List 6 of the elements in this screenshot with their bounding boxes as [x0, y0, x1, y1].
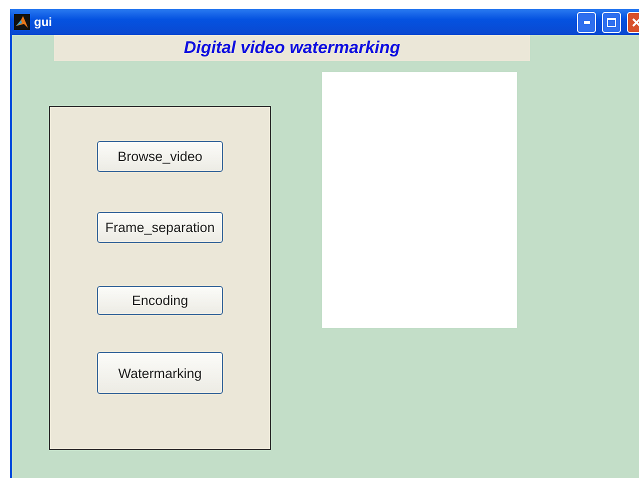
action-button[interactable]: Watermarking: [97, 352, 223, 394]
action-button[interactable]: Encoding: [97, 286, 223, 315]
window-title: gui: [34, 15, 52, 29]
action-button[interactable]: Frame_separation: [97, 212, 223, 243]
heading: Digital video watermarking: [54, 35, 530, 61]
action-button[interactable]: Browse_video: [97, 141, 223, 172]
